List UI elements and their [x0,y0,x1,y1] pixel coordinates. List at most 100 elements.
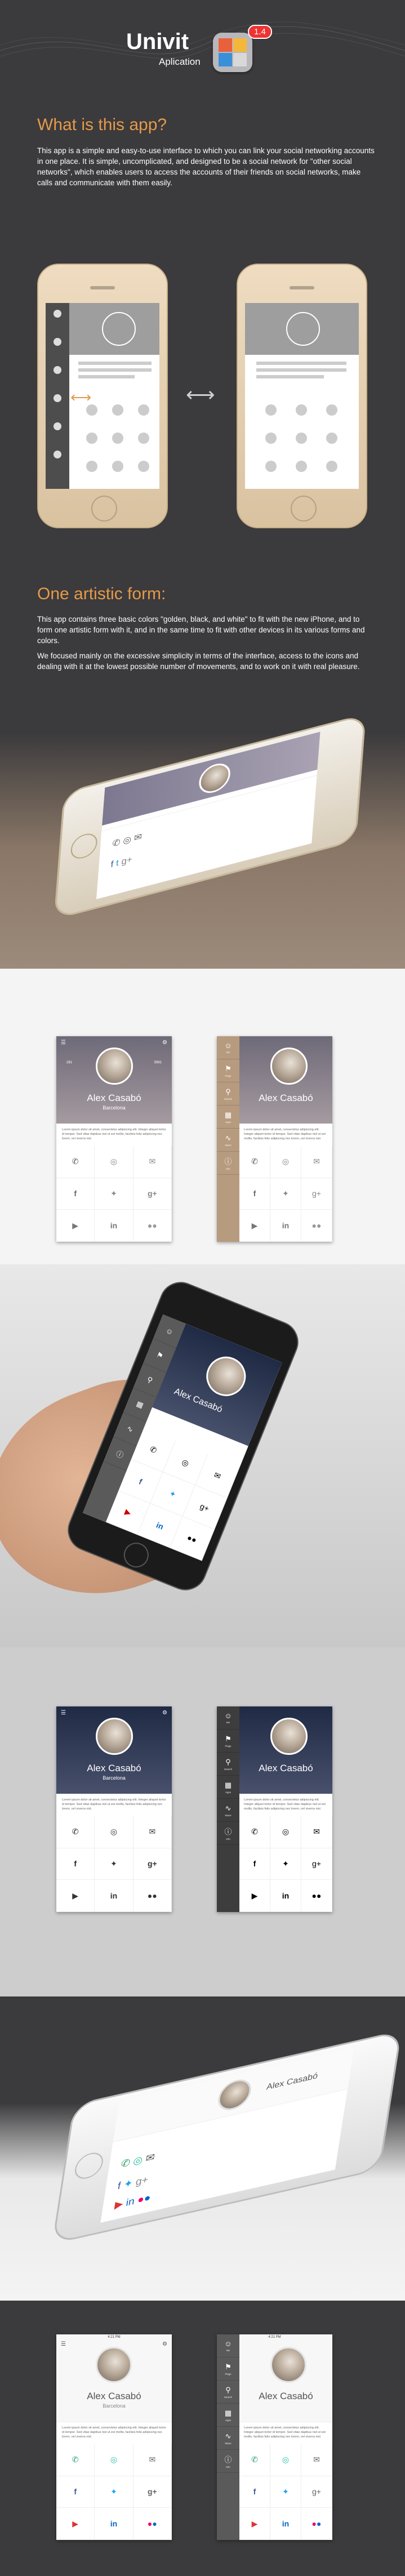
profile-name: Alex Casabó [87,1093,141,1103]
menu-item-flags[interactable]: ⚑ Flags [217,2357,239,2381]
menu-screen-black: ☺ Me ⚑ Flags ⚲ Search ▦ Apps ∿ Wave ⓘ Info Ale… [217,1706,332,1912]
globe-icon[interactable]: ◎ [95,1146,133,1178]
facebook-icon[interactable]: f [56,1178,95,1210]
version-badge: 1.4 [248,25,272,39]
facebook-icon[interactable]: f [56,1848,95,1880]
youtube-icon[interactable]: ▶ [56,2508,95,2540]
linkedin-icon[interactable]: in [95,1880,133,1912]
menu-item-apps[interactable]: ▦ Apps [217,1776,239,1799]
profile-bio: Lorem ipsum dolor sit amet, consectetur … [62,1128,166,1140]
profile-screen-black: ☰ ⚙ Alex Casabó Barcelona Lorem ipsum do… [56,1706,172,1912]
side-menu: ☺ Me ⚑ Flags ⚲ Search ▦ Apps ∿ Wave ⓘ Info [217,2334,239,2540]
profile-city: Barcelona [103,1105,126,1111]
black-screens-section: ☰ ⚙ Alex Casabó Barcelona Lorem ipsum do… [0,1647,405,1996]
mail-icon[interactable]: ✉ [133,1146,172,1178]
phone-icon[interactable]: ✆ [56,1816,95,1848]
app-icon [213,33,252,72]
menu-item-flags[interactable]: ⚑ Flags [217,1059,239,1082]
social-grid: ✆ ◎ ✉ f ✦ g+ ▶ in ●● [56,2444,172,2540]
profile-bio: Lorem ipsum dolor sit amet, consectetur … [244,2426,326,2439]
google-plus-icon[interactable]: g+ [133,2476,172,2508]
google-plus-icon[interactable]: g+ [133,1848,172,1880]
profile-name: Alex Casabó [259,1093,313,1103]
followers-count: 281 [66,1061,73,1064]
hamburger-icon[interactable]: ☰ [61,2341,66,2347]
logo-title: Univit [126,29,189,54]
settings-icon[interactable]: ⚙ [162,2341,167,2347]
menu-item-apps[interactable]: ▦ Apps [217,2404,239,2427]
profile-screen-white: 4:21 PM ☰ ⚙ Alex Casabó Barcelona Lorem … [56,2334,172,2540]
facebook-icon[interactable]: f [56,2476,95,2508]
profile-name: Alex Casabó [259,1763,313,1773]
profile-bio: Lorem ipsum dolor sit amet, consectetur … [62,1798,166,1811]
flickr-icon[interactable]: ●● [133,1210,172,1242]
profile-name: Alex Casabó [87,1763,141,1773]
menu-item-wave[interactable]: ∿ Wave [217,2427,239,2450]
avatar [96,1048,133,1085]
logo-subtitle: Aplication [159,56,201,67]
gold-screens-section: ☰ ⚙ 281 5981 Alex Casabó Barcelona Lorem… [0,969,405,1264]
twitter-icon[interactable]: ✦ [95,2476,133,2508]
settings-icon[interactable]: ⚙ [162,1710,167,1716]
twitter-icon[interactable]: ✦ [95,1848,133,1880]
menu-item-me[interactable]: ☺ Me [217,1036,239,1059]
menu-item-flags[interactable]: ⚑ Flags [217,1730,239,1753]
phone-screen-menu: ⟷ [46,303,159,489]
following-count: 5981 [154,1061,162,1064]
artistic-form-section: One artistic form: This app contains thr… [0,574,405,969]
phone-icon[interactable]: ✆ [56,2444,95,2476]
silver-phone-tilted: Alex Casabó ✆ ◎ ✉ f ✦ g+ ▶ in ●● [51,2028,405,2247]
profile-city: Barcelona [103,1775,126,1781]
flickr-icon[interactable]: ●● [133,2508,172,2540]
profile-name: Alex Casabó [259,2391,313,2401]
profile-name: Alex Casabó [87,2391,141,2401]
hamburger-icon[interactable]: ☰ [61,1040,66,1046]
twitter-icon[interactable]: ✦ [95,1178,133,1210]
globe-icon[interactable]: ◎ [95,1816,133,1848]
profile-city: Barcelona [103,2403,126,2409]
menu-item-info[interactable]: ⓘ Info [217,2450,239,2473]
menu-item-me[interactable]: ☺ Me [217,2334,239,2357]
profile-bio: Lorem ipsum dolor sit amet, consectetur … [244,1128,326,1140]
menu-item-wave[interactable]: ∿ Wave [217,1799,239,1822]
menu-item-info[interactable]: ⓘ Info [217,1152,239,1175]
silver-phone-section: Alex Casabó ✆ ◎ ✉ f ✦ g+ ▶ in ●● [0,1996,405,2301]
menu-item-wave[interactable]: ∿ Wave [217,1129,239,1152]
phone-icon[interactable]: ✆ [56,1146,95,1178]
intro-section: Univit Aplication 1.4 What is this app? … [0,0,405,574]
settings-icon[interactable]: ⚙ [162,1040,167,1046]
youtube-icon[interactable]: ▶ [56,1880,95,1912]
gold-phone-profile [237,264,367,528]
section-title-what: What is this app? [37,115,167,134]
side-menu: ☺ Me ⚑ Flags ⚲ Search ▦ Apps ∿ Wave ⓘ Info [217,1706,239,1912]
section-text-colors: This app contains three basic colors "go… [37,615,365,645]
wave-lines-decoration [0,21,405,59]
youtube-icon[interactable]: ▶ [56,1210,95,1242]
menu-item-me[interactable]: ☺ Me [217,1706,239,1730]
menu-screen-white: 4:21 PM ☺ Me ⚑ Flags ⚲ Search ▦ Apps ∿ Wave ⓘ… [217,2334,332,2540]
profile-screen-gold: ☰ ⚙ 281 5981 Alex Casabó Barcelona Lorem… [56,1036,172,1242]
google-plus-icon[interactable]: g+ [133,1178,172,1210]
drag-arrow-icon: ⟷ [70,389,92,405]
gold-phone-menu: ⟷ [37,264,168,528]
globe-icon[interactable]: ◎ [95,2444,133,2476]
linkedin-icon[interactable]: in [95,1210,133,1242]
section-text-what: This app is a simple and easy-to-use int… [37,146,375,187]
menu-item-info[interactable]: ⓘ Info [217,1822,239,1845]
social-grid: ✆ ◎ ✉ f ✦ g+ ▶ in ●● [56,1816,172,1912]
hand-phone-section: ☺ ⚑ ⚲ ▦ ∿ ⓘ Alex Casabó ✆ ◎ ✉ f ✦ g+ ▶ in ●● [0,1264,405,1647]
home-button[interactable] [291,496,317,522]
section-text-simplicity: We focused mainly on the excessive simpl… [37,652,360,671]
double-arrow-icon: ⟷ [186,383,215,406]
gold-phone-tilted: ✆ ◎ ✉ f t g+ [54,711,375,922]
section-title-artistic: One artistic form: [37,585,166,603]
mail-icon[interactable]: ✉ [133,2444,172,2476]
mail-icon[interactable]: ✉ [133,1816,172,1848]
hamburger-icon[interactable]: ☰ [61,1710,66,1716]
status-time: 4:21 PM [108,2336,121,2339]
home-button[interactable] [91,496,117,522]
profile-bio: Lorem ipsum dolor sit amet, consectetur … [244,1798,326,1811]
linkedin-icon[interactable]: in [95,2508,133,2540]
menu-item-apps[interactable]: ▦ Apps [217,1106,239,1129]
flickr-icon[interactable]: ●● [133,1880,172,1912]
